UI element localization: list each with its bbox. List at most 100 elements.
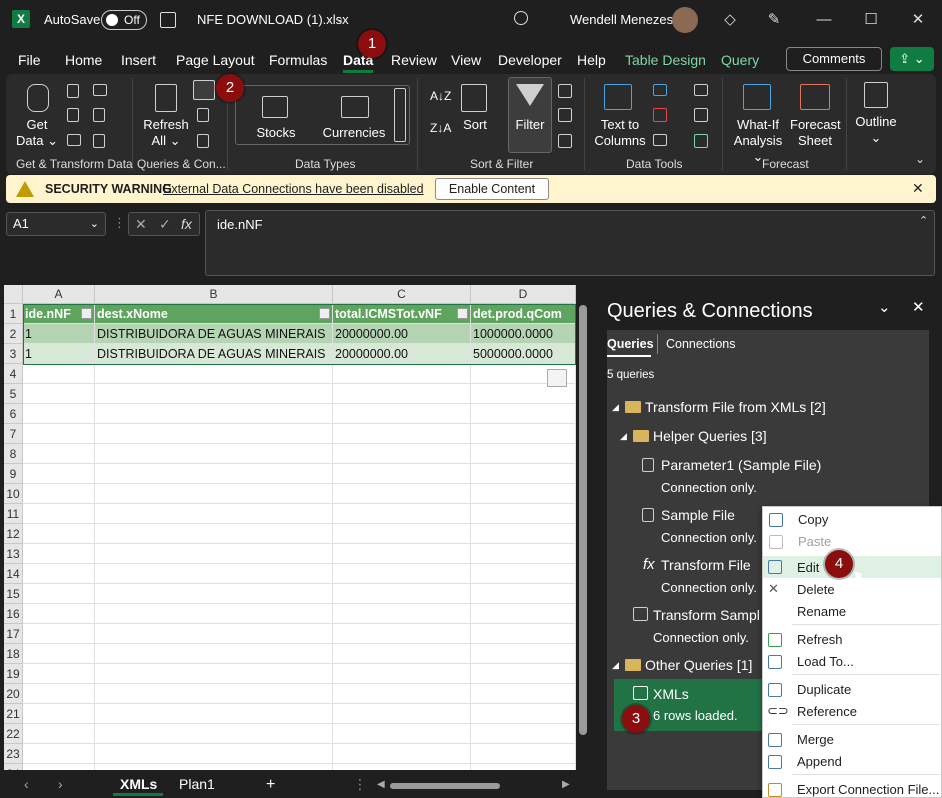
empty-cell[interactable] <box>95 464 333 484</box>
empty-cell[interactable] <box>95 404 333 424</box>
query-parameter1[interactable]: Parameter1 (Sample File) <box>661 457 821 473</box>
empty-cell[interactable] <box>333 564 471 584</box>
close-icon[interactable]: ✕ <box>908 10 928 30</box>
empty-cell[interactable] <box>23 744 95 764</box>
recent-sources-icon[interactable] <box>93 84 107 96</box>
empty-cell[interactable] <box>333 464 471 484</box>
cancel-icon[interactable]: ✕ <box>135 213 147 235</box>
expand-triangle-icon[interactable]: ◢ <box>612 660 619 671</box>
quick-analysis-icon[interactable] <box>547 369 567 387</box>
empty-cell[interactable] <box>23 524 95 544</box>
empty-cell[interactable] <box>471 424 576 444</box>
group-transform-file[interactable]: Transform File from XMLs [2] <box>645 399 826 415</box>
row-header[interactable]: 14 <box>4 564 23 584</box>
menu-reference[interactable]: Reference <box>797 704 857 719</box>
tab-help[interactable]: Help <box>577 52 606 68</box>
row-header[interactable]: 4 <box>4 364 23 384</box>
empty-cell[interactable] <box>333 404 471 424</box>
empty-cell[interactable] <box>333 544 471 564</box>
file-name[interactable]: NFE DOWNLOAD (1).xlsx <box>197 12 349 27</box>
table-cell[interactable]: DISTRIBUIDORA DE AGUAS MINERAIS <box>95 324 333 344</box>
sort-button[interactable]: Sort <box>455 117 495 133</box>
empty-cell[interactable] <box>23 624 95 644</box>
empty-cell[interactable] <box>333 724 471 744</box>
scroll-right-icon[interactable]: ▶ <box>562 779 570 790</box>
flash-fill-icon[interactable] <box>653 84 667 96</box>
tab-review[interactable]: Review <box>391 52 437 68</box>
empty-cell[interactable] <box>471 544 576 564</box>
menu-delete[interactable]: Delete <box>797 582 835 597</box>
menu-export-connection[interactable]: Export Connection File... <box>797 782 939 797</box>
empty-cell[interactable] <box>95 644 333 664</box>
row-header[interactable]: 13 <box>4 544 23 564</box>
tab-split-grip-icon[interactable]: ⋮ <box>353 776 367 793</box>
table-cell[interactable]: 1 <box>23 324 95 344</box>
existing-connections-icon[interactable] <box>93 108 105 122</box>
row-header[interactable]: 7 <box>4 424 23 444</box>
menu-edit[interactable]: Edit <box>797 560 819 575</box>
empty-cell[interactable] <box>23 424 95 444</box>
row-header[interactable]: 21 <box>4 704 23 724</box>
enable-content-button[interactable]: Enable Content <box>435 178 549 200</box>
empty-cell[interactable] <box>95 544 333 564</box>
empty-cell[interactable] <box>471 644 576 664</box>
tab-insert[interactable]: Insert <box>121 52 156 68</box>
get-data-button[interactable]: Get Data ⌄ <box>14 117 60 149</box>
group-other-queries[interactable]: Other Queries [1] <box>645 657 752 673</box>
empty-cell[interactable] <box>333 664 471 684</box>
diamond-icon[interactable]: ◇ <box>720 10 740 30</box>
row-header[interactable]: 3 <box>4 344 23 364</box>
from-picture-icon[interactable] <box>93 134 105 148</box>
filter-dropdown-icon[interactable] <box>319 308 330 319</box>
sheet-tab-xmls[interactable]: XMLs <box>113 772 163 796</box>
consolidate-icon[interactable] <box>694 84 708 96</box>
tab-home[interactable]: Home <box>65 52 102 68</box>
pen-icon[interactable]: ✎ <box>764 10 784 30</box>
prev-sheet-icon[interactable]: ‹ <box>24 776 29 792</box>
empty-cell[interactable] <box>471 744 576 764</box>
empty-cell[interactable] <box>95 684 333 704</box>
empty-cell[interactable] <box>471 504 576 524</box>
empty-cell[interactable] <box>23 364 95 384</box>
row-header[interactable]: 1 <box>4 304 23 324</box>
empty-cell[interactable] <box>333 704 471 724</box>
empty-cell[interactable] <box>471 684 576 704</box>
expand-triangle-icon[interactable]: ◢ <box>612 402 619 413</box>
tab-table-design[interactable]: Table Design <box>625 52 706 68</box>
stocks-button[interactable]: Stocks <box>248 125 304 141</box>
share-button[interactable]: ⇪ ⌄ <box>890 47 934 71</box>
tab-formulas[interactable]: Formulas <box>269 52 327 68</box>
row-header[interactable]: 9 <box>4 464 23 484</box>
name-box-chevron-icon[interactable]: ⌄ <box>90 213 99 235</box>
relationships-icon[interactable] <box>694 108 708 122</box>
tab-file[interactable]: File <box>18 52 41 68</box>
table-cell[interactable]: 1000000.0000 <box>471 324 576 344</box>
table-cell[interactable]: 1 <box>23 344 95 364</box>
empty-cell[interactable] <box>471 444 576 464</box>
outline-button[interactable]: Outline ⌄ <box>852 114 900 146</box>
empty-cell[interactable] <box>333 384 471 404</box>
sheet-tab-plan1[interactable]: Plan1 <box>179 776 215 792</box>
avatar[interactable] <box>672 7 698 33</box>
query-transform-sample[interactable]: Transform Sampl <box>653 607 760 623</box>
empty-cell[interactable] <box>95 484 333 504</box>
formula-input[interactable]: ide.nNF <box>205 210 935 276</box>
query-sample-file[interactable]: Sample File <box>661 507 735 523</box>
empty-cell[interactable] <box>23 684 95 704</box>
row-header[interactable]: 15 <box>4 584 23 604</box>
empty-cell[interactable] <box>95 564 333 584</box>
row-header[interactable]: 17 <box>4 624 23 644</box>
filter-dropdown-icon[interactable] <box>81 308 92 319</box>
empty-cell[interactable] <box>23 504 95 524</box>
empty-cell[interactable] <box>471 564 576 584</box>
comments-button[interactable]: Comments <box>786 47 882 71</box>
row-header[interactable]: 16 <box>4 604 23 624</box>
menu-load-to[interactable]: Load To... <box>797 654 854 669</box>
empty-cell[interactable] <box>471 764 576 770</box>
empty-cell[interactable] <box>95 724 333 744</box>
empty-cell[interactable] <box>95 444 333 464</box>
empty-cell[interactable] <box>333 504 471 524</box>
advanced-filter-icon[interactable] <box>558 134 572 148</box>
add-sheet-icon[interactable]: + <box>266 776 275 794</box>
empty-cell[interactable] <box>95 744 333 764</box>
